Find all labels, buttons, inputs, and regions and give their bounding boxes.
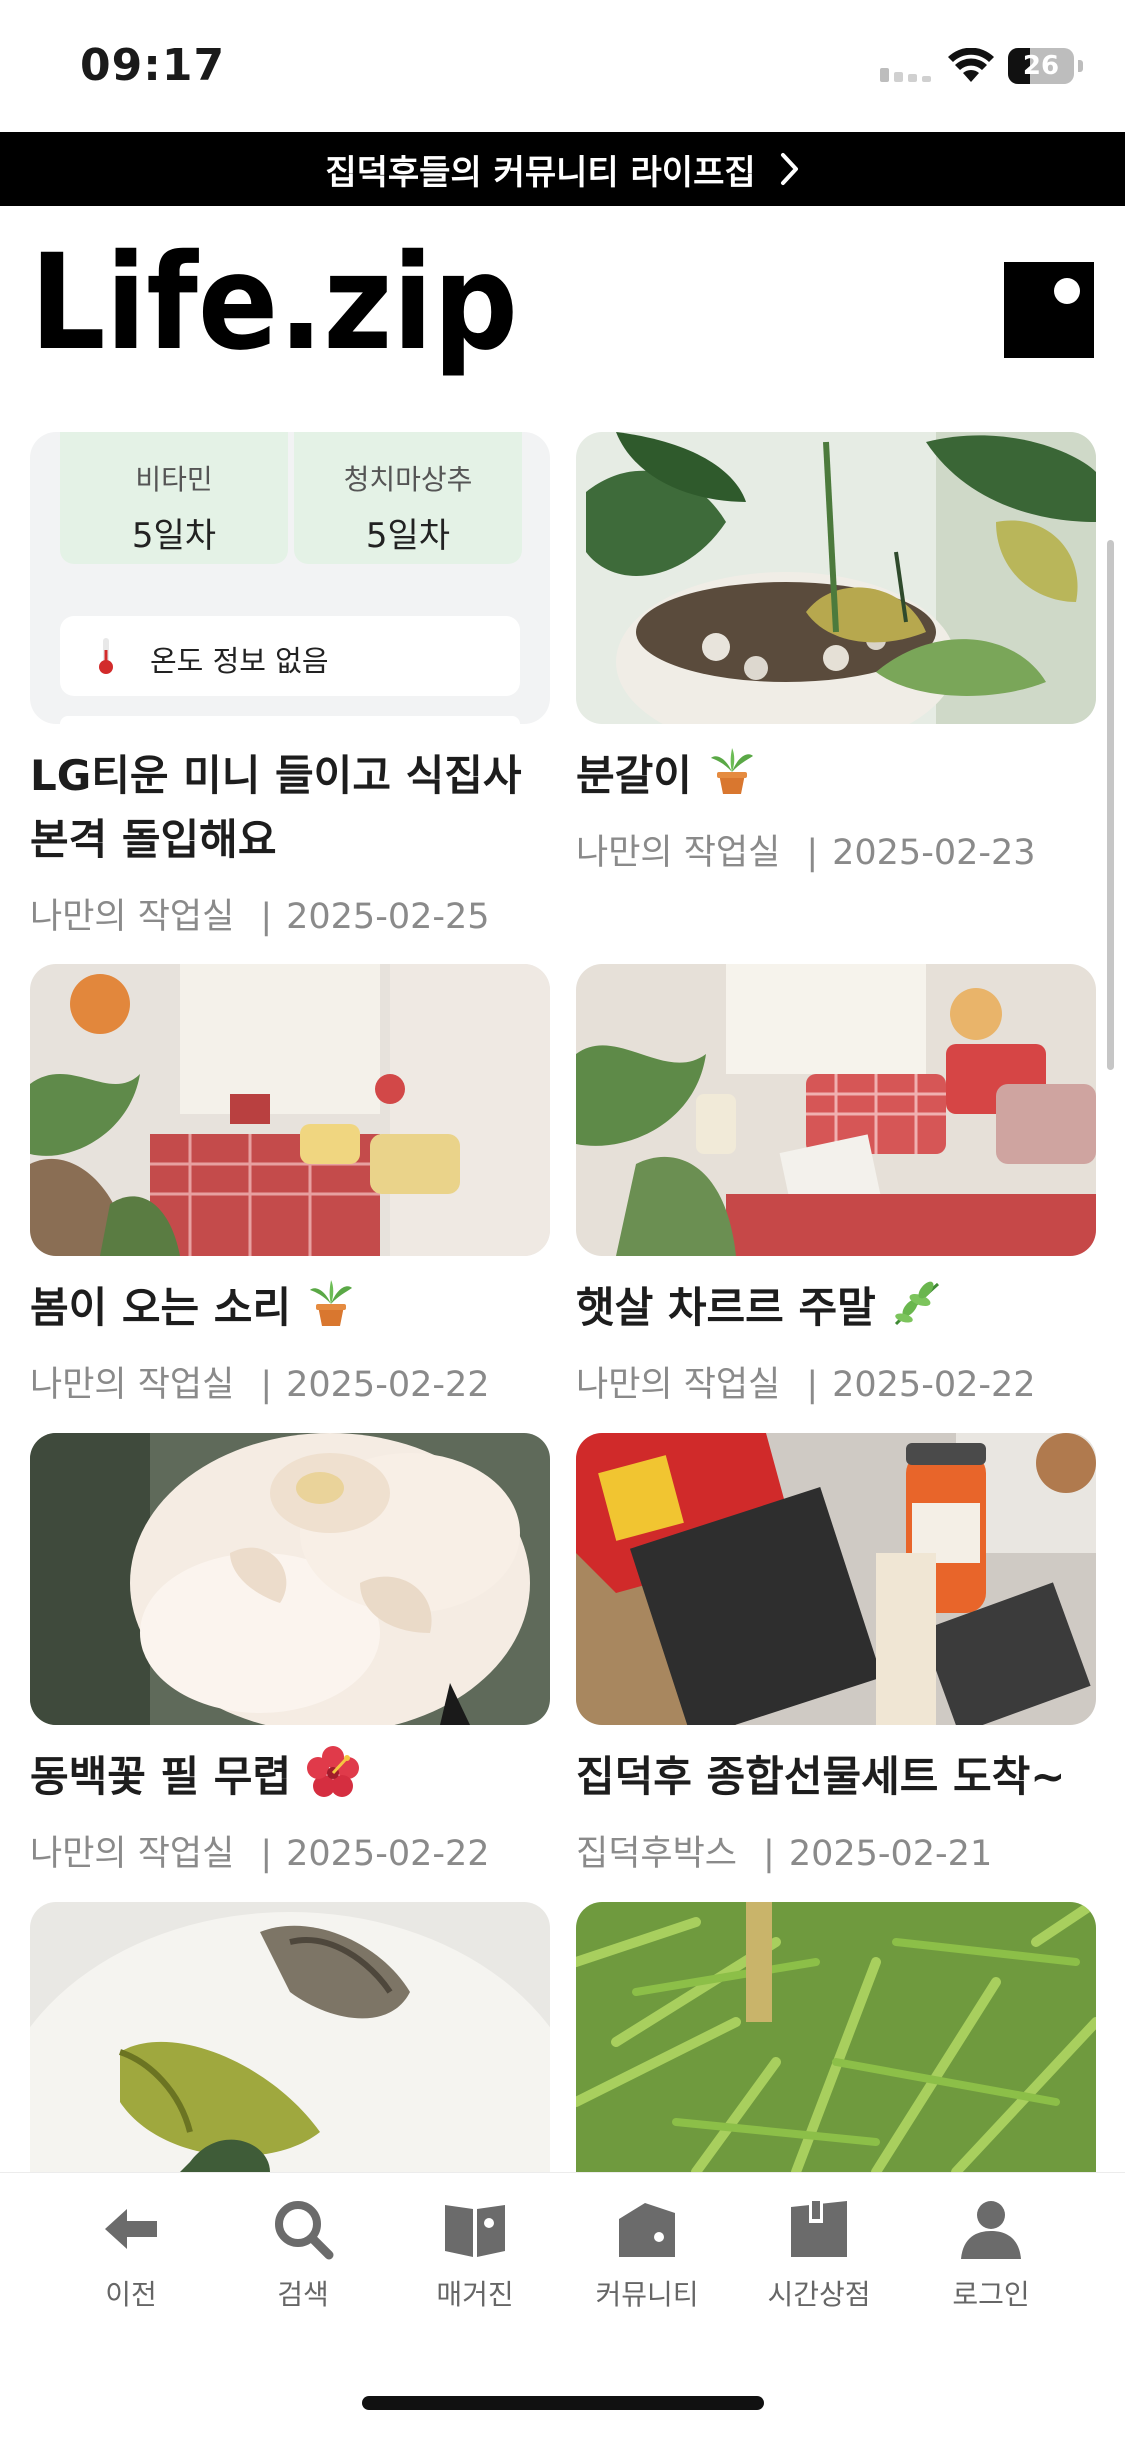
thermometer-icon [99, 638, 113, 674]
post-meta: 나만의 작업실 | 2025-02-22 [576, 1365, 1036, 1405]
chip-label: 청치마상추 [343, 463, 473, 496]
community-icon [619, 2203, 675, 2257]
post-title-line: 집덕후 종합선물세트 도착~ [576, 1752, 1066, 1801]
post-thumbnail [576, 432, 1096, 724]
post-category: 집덕후박스 [576, 1834, 738, 1874]
herb-icon [895, 1281, 940, 1326]
nav-label: 이전 [105, 2278, 157, 2311]
post-thumbnail [30, 1902, 550, 2172]
post-meta: 나만의 작업실 | 2025-02-25 [30, 897, 490, 937]
post-category: 나만의 작업실 [30, 897, 235, 937]
battery-level: 26 [1022, 51, 1060, 81]
plant-chip: 비타민 5일차 [60, 432, 288, 564]
post-date: 2025-02-22 [286, 1834, 490, 1874]
post-title[interactable]: 분갈이 [576, 744, 1125, 808]
wifi-icon [948, 48, 994, 82]
shop-icon [791, 2201, 847, 2257]
post-category: 나만의 작업실 [576, 1365, 781, 1405]
potted-plant-icon [309, 1280, 352, 1326]
post-title[interactable]: 봄이 오는 소리 [30, 1276, 590, 1340]
post-date: 2025-02-21 [788, 1834, 993, 1874]
post-meta: 나만의 작업실 | 2025-02-22 [30, 1834, 490, 1874]
status-bar: 09:17 26 [0, 0, 1125, 132]
menu-logo-button[interactable] [1004, 262, 1094, 358]
post-title-line: 분갈이 [576, 751, 692, 800]
plant-chip: 청치마상추 5일차 [294, 432, 522, 564]
post-thumbnail [30, 1433, 550, 1725]
post-category: 나만의 작업실 [30, 1834, 235, 1874]
battery-icon: 26 [1008, 48, 1074, 84]
nav-label: 매거진 [436, 2278, 514, 2311]
post-title-line: 본격 돌입해요 [30, 815, 277, 864]
post-title-line: 동백꽃 필 무렵 [30, 1752, 292, 1801]
post-date: 2025-02-22 [832, 1365, 1036, 1405]
logo-text: Life.zip [30, 238, 518, 380]
post-thumbnail [30, 964, 550, 1256]
post-date: 2025-02-22 [286, 1365, 490, 1405]
user-icon [961, 2201, 1021, 2259]
status-time: 09:17 [80, 40, 226, 91]
nav-label: 시간상점 [767, 2278, 871, 2311]
chip-value: 5일차 [131, 516, 217, 556]
post-title[interactable]: 집덕후 종합선물세트 도착~ [576, 1745, 1125, 1809]
post-category: 나만의 작업실 [576, 833, 781, 873]
nav-shop[interactable]: 시간상점 [744, 2197, 894, 2317]
cellular-signal-icon [880, 68, 931, 82]
banner-text: 집덕후들의 커뮤니티 라이프집 [325, 152, 756, 193]
potted-plant-icon [710, 748, 753, 794]
post-title[interactable]: 동백꽃 필 무렵 [30, 1745, 590, 1809]
home-indicator [362, 2396, 764, 2410]
post-thumbnail [576, 964, 1096, 1256]
search-icon [275, 2201, 334, 2260]
post-date: 2025-02-23 [832, 833, 1036, 873]
arrow-left-icon [105, 2209, 157, 2249]
nav-label: 검색 [277, 2278, 329, 2311]
nav-label: 로그인 [952, 2278, 1030, 2311]
chevron-right-icon [780, 153, 798, 185]
post-thumbnail [576, 1902, 1096, 2172]
post-date: 2025-02-25 [286, 897, 490, 937]
chip-label: 비타민 [135, 463, 213, 496]
post-meta: 나만의 작업실 | 2025-02-23 [576, 833, 1036, 873]
post-title[interactable]: LG티운 미니 들이고 식집사 본격 돌입해요 [30, 744, 590, 872]
magazine-icon [445, 2205, 505, 2257]
scrollbar[interactable] [1107, 540, 1114, 1070]
chip-value: 5일차 [365, 516, 451, 556]
community-banner[interactable]: 집덕후들의 커뮤니티 라이프집 [0, 132, 1125, 206]
post-meta: 집덕후박스 | 2025-02-21 [576, 1834, 993, 1874]
nav-community[interactable]: 커뮤니티 [572, 2197, 722, 2317]
hibiscus-icon [306, 1746, 359, 1797]
temperature-text: 온도 정보 없음 [150, 644, 329, 678]
post-title-line: 봄이 오는 소리 [30, 1283, 292, 1332]
post-title-line: LG티운 미니 들이고 식집사 [30, 751, 522, 800]
post-title-line: 햇살 차르르 주말 [576, 1283, 876, 1332]
post-title[interactable]: 햇살 차르르 주말 [576, 1276, 1125, 1340]
post-category: 나만의 작업실 [30, 1365, 235, 1405]
nav-back[interactable]: 이전 [56, 2197, 206, 2317]
post-meta: 나만의 작업실 | 2025-02-22 [30, 1365, 490, 1405]
plant-widget-thumbnail: 비타민 5일차 청치마상추 5일차 온도 정보 없음 [30, 432, 550, 724]
post-thumbnail [576, 1433, 1096, 1725]
nav-label: 커뮤니티 [595, 2278, 699, 2311]
temperature-box: 온도 정보 없음 [60, 616, 520, 696]
lifezip-logo[interactable]: Life.zip [30, 238, 520, 380]
nav-search[interactable]: 검색 [228, 2197, 378, 2317]
nav-login[interactable]: 로그인 [916, 2197, 1066, 2317]
nav-magazine[interactable]: 매거진 [400, 2197, 550, 2317]
